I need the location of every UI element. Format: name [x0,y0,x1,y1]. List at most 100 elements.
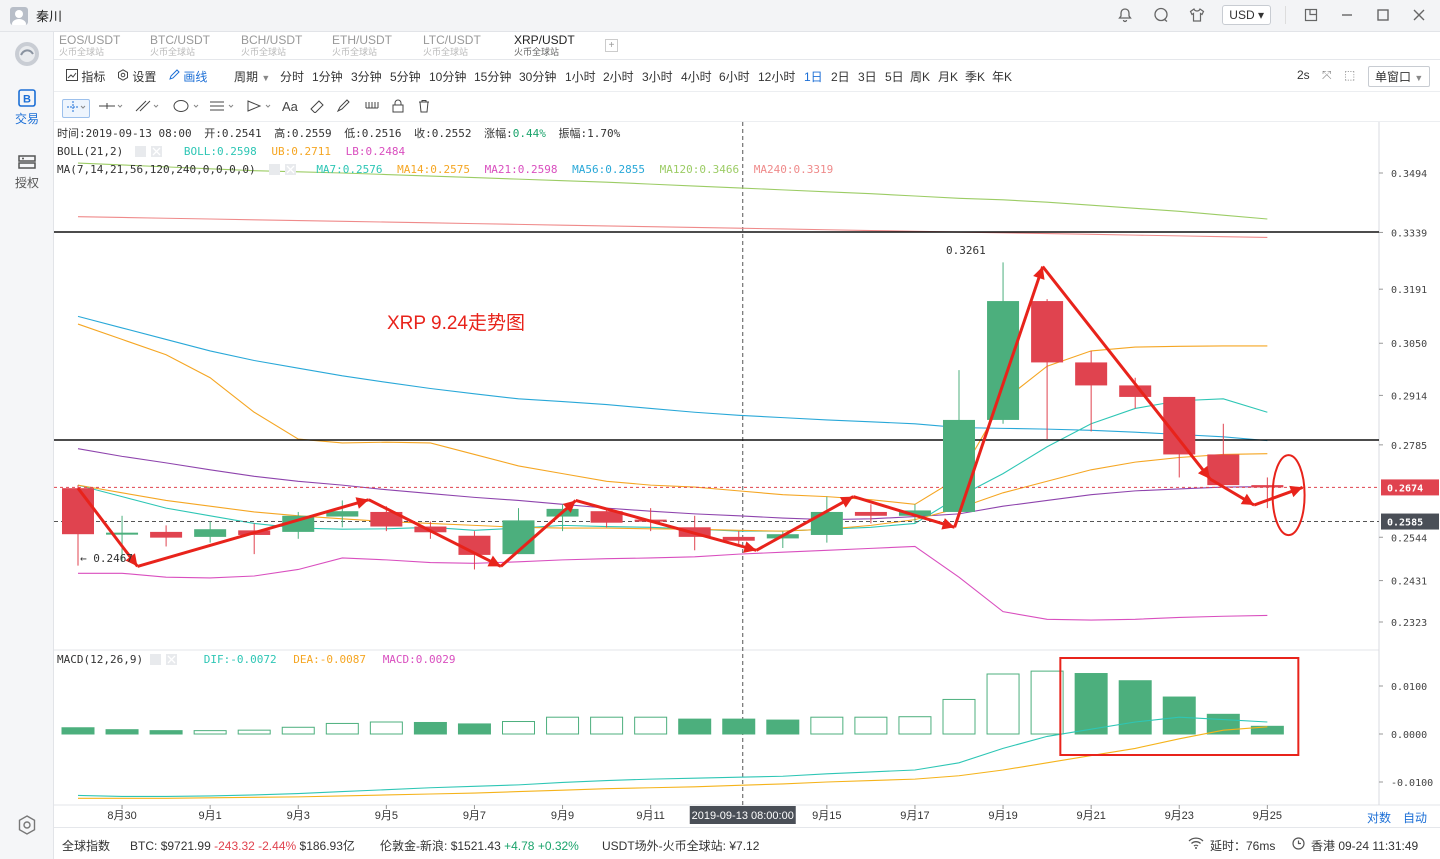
info-change-label: 涨幅: [484,127,513,140]
macd-bar [149,730,183,735]
tab-bch[interactable]: BCH/USDT 火币全球站 [236,34,326,60]
candle-body [62,488,94,535]
user-info[interactable]: 秦川 [10,6,62,25]
candle-body [150,531,183,538]
period-item[interactable]: 15分钟 [474,68,511,85]
period-dropdown[interactable]: 周期 ▼ [234,68,270,85]
period-item[interactable]: 4小时 [681,68,712,85]
tab-source: 火币全球站 [332,47,378,57]
currency-select[interactable]: USD ▾ [1222,5,1271,25]
period-item[interactable]: 季K [965,68,985,85]
period-item[interactable]: 6小时 [719,68,750,85]
lock-icon[interactable] [391,99,405,116]
macd-bar [1118,680,1152,735]
crosshair-tool[interactable] [62,99,90,118]
period-item[interactable]: 3日 [858,68,877,85]
info-low: 低:0.2516 [344,127,401,140]
settings-button[interactable]: 设置 [117,68,156,85]
tab-ltc[interactable]: LTC/USDT 火币全球站 [418,34,508,60]
macd-bar [1074,673,1108,735]
period-item[interactable]: 2小时 [603,68,634,85]
ruler-icon[interactable] [309,99,325,116]
fullscreen-icon[interactable]: ⤧ [1322,68,1332,83]
visibility-toggle[interactable] [135,146,146,157]
sidebar-item-auth[interactable]: 授权 [0,152,54,191]
period-item[interactable]: 30分钟 [519,68,556,85]
pattern-tool[interactable] [246,99,274,116]
trendline-tool[interactable] [134,99,160,116]
bell-icon[interactable] [1114,4,1136,26]
period-item-active[interactable]: 1日 [804,68,823,85]
macd-bar [105,729,139,735]
log-scale-button[interactable]: 对数 [1367,809,1391,826]
draw-button[interactable]: 画线 [168,68,207,85]
chat-icon[interactable] [1150,4,1172,26]
otc-ticker[interactable]: USDT场外-火币全球站: ¥7.12 [602,837,759,854]
period-item[interactable]: 12小时 [758,68,795,85]
user-name: 秦川 [36,9,63,24]
tab-pair: BCH/USDT [241,33,303,47]
period-item[interactable]: 3小时 [642,68,673,85]
period-item[interactable]: 月K [938,68,958,85]
macd-tick-label: 0.0100 [1391,682,1427,693]
drawing-tools: Aa [54,92,1440,122]
maximize-icon[interactable] [1372,4,1394,26]
macd-bar [61,727,95,735]
auto-scale-button[interactable]: 自动 [1403,809,1427,826]
tab-source: 火币全球站 [59,47,105,57]
fib-tool[interactable] [209,99,237,116]
candlestick-chart[interactable]: 0.3494 0.3339 0.3191 0.3050 0.2914 0.2785 0.25… [54,122,1440,827]
refresh-interval[interactable]: 2s [1297,68,1310,82]
info-amplitude: 振幅:1.70% [559,126,621,140]
window-mode-select[interactable]: 单窗口 ▼ [1368,66,1431,87]
time-tick-label: 9月25 [1253,810,1282,822]
settings-icon[interactable] [0,814,54,839]
macd-tick-label: -0.0100 [1391,778,1433,789]
period-item[interactable]: 5分钟 [390,68,421,85]
add-tab-button[interactable]: + [605,39,618,52]
logo-icon [0,40,54,71]
low-price-value: 0.2467 [93,552,133,565]
macd-bar [413,721,447,735]
popout-icon[interactable] [1300,4,1322,26]
price-tick-label: 0.3191 [1391,285,1427,296]
text-tool[interactable]: Aa [282,99,298,114]
shape-tool[interactable] [172,99,202,116]
tab-eth[interactable]: ETH/USDT 火币全球站 [327,34,417,60]
tab-btc[interactable]: BTC/USDT 火币全球站 [145,34,235,60]
period-item[interactable]: 年K [992,68,1012,85]
sidebar-item-trade[interactable]: B 交易 [0,88,54,127]
indicator-button[interactable]: 指标 [66,68,105,85]
candle-body [810,511,843,535]
screenshot-icon[interactable]: ⬚ [1344,68,1355,82]
time-tick-label: 9月17 [900,810,929,822]
trash-icon[interactable] [417,99,431,116]
period-item[interactable]: 5日 [885,68,904,85]
visibility-toggle[interactable] [150,654,161,665]
btc-ticker[interactable]: BTC: $9721.99 -243.32 -2.44% $186.93亿 [130,837,355,854]
candle-body [943,419,975,512]
brush-icon[interactable] [336,99,352,116]
avatar[interactable] [10,6,28,25]
period-item[interactable]: 分时 [280,68,304,85]
tab-xrp[interactable]: XRP/USDT 火币全球站 [509,34,599,60]
global-index-label[interactable]: 全球指数 [62,837,110,854]
period-item[interactable]: 10分钟 [429,68,466,85]
gold-ticker[interactable]: 伦敦金-新浪: $1521.43 +4.78 +0.32% [380,837,579,854]
magnet-icon[interactable] [364,99,380,116]
shirt-icon[interactable] [1186,4,1208,26]
period-item[interactable]: 3分钟 [351,68,382,85]
macd-name: MACD(12,26,9) [57,653,143,666]
macd-bar [986,673,1020,735]
period-item[interactable]: 周K [910,68,930,85]
period-item[interactable]: 1分钟 [312,68,343,85]
chart-area[interactable]: 0.3494 0.3339 0.3191 0.3050 0.2914 0.2785 0.25… [54,122,1440,827]
tab-eos[interactable]: EOS/USDT 火币全球站 [54,34,144,60]
tab-pair: LTC/USDT [423,33,481,47]
minimize-icon[interactable] [1336,4,1358,26]
period-item[interactable]: 1小时 [565,68,596,85]
period-item[interactable]: 2日 [831,68,850,85]
hline-tool[interactable] [98,99,124,116]
close-icon[interactable] [1408,4,1430,26]
visibility-toggle[interactable] [269,164,280,175]
